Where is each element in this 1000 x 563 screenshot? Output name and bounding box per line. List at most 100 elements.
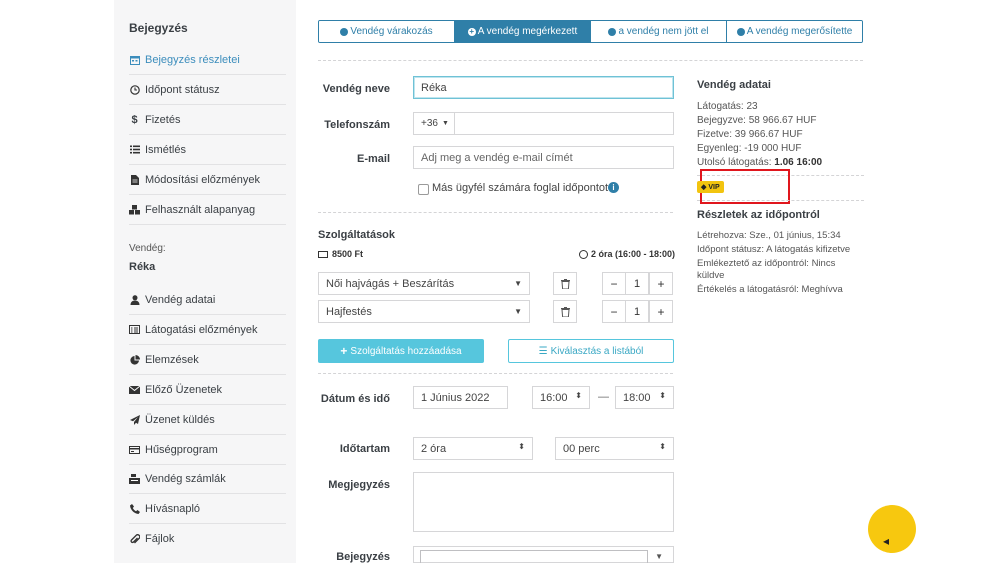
phone-label: Telefonszám: [324, 119, 390, 131]
email-input[interactable]: Adj meg a vendég e-mail címét: [413, 146, 674, 169]
duration-hours-select[interactable]: 2 óra ⬍: [413, 437, 533, 460]
caret-down-icon: ▼: [514, 307, 522, 316]
app-page: Bejegyzés Bejegyzés részletei Időpont st…: [0, 0, 1000, 563]
sidebar-item-used-materials[interactable]: Felhasznált alapanyag: [129, 195, 286, 225]
sidebar-item-label: Üzenet küldés: [145, 413, 215, 426]
tab-label: a vendég nem jött el: [618, 26, 709, 37]
sidebar-item-loyalty[interactable]: Hűségprogram: [129, 435, 286, 465]
plus-circle-icon: +: [467, 26, 476, 36]
main-panel: Vendég várakozás + A vendég megérkezett …: [296, 0, 886, 563]
sidebar-item-entry-details[interactable]: Bejegyzés részletei: [129, 45, 286, 75]
appointment-status: Időpont státusz: A látogatás kifizetve: [697, 244, 851, 255]
qty-value[interactable]: 1: [625, 272, 649, 295]
list-alt-icon: [129, 324, 140, 335]
sidebar-item-label: Vendég számlák: [145, 472, 226, 485]
choose-from-list-label: Kiválasztás a listából: [550, 345, 644, 357]
sidebar-item-guest-invoices[interactable]: Vendég számlák: [129, 464, 286, 494]
arrow-icon: ◂: [883, 534, 890, 548]
guest-name-input[interactable]: Réka: [413, 76, 674, 99]
sidebar: Bejegyzés Bejegyzés részletei Időpont st…: [114, 0, 296, 563]
minus-circle-icon: [608, 27, 617, 36]
sidebar-item-modification-history[interactable]: Módosítási előzmények: [129, 165, 286, 195]
guest-name: Réka: [129, 261, 156, 273]
calendar-icon: [129, 54, 140, 65]
phone-icon: [129, 503, 140, 514]
file-icon: [129, 174, 140, 185]
service-select[interactable]: Hajfestés ▼: [318, 300, 530, 323]
last-visit-label: Utolsó látogatás:: [697, 157, 772, 168]
divider: [697, 200, 864, 201]
note-textarea[interactable]: [413, 472, 674, 532]
qty-value[interactable]: 1: [625, 300, 649, 323]
phone-prefix-select[interactable]: +36 ▼: [413, 112, 455, 135]
service-name: Női hajvágás + Beszárítás: [326, 277, 455, 290]
divider: [318, 212, 673, 213]
guest-name-label: Vendég neve: [322, 83, 390, 95]
info-icon[interactable]: i: [608, 182, 619, 193]
last-visit-value: 1.06 16:00: [774, 157, 823, 168]
list-icon: [129, 144, 140, 155]
clock-icon: [129, 84, 140, 95]
tab-guest-arrived[interactable]: + A vendég megérkezett: [455, 21, 591, 42]
chat-fab-button[interactable]: [868, 505, 916, 553]
start-time-select[interactable]: 16:00 ⬍: [532, 386, 590, 409]
tab-label: A vendég megérkezett: [477, 26, 578, 37]
sidebar-item-payment[interactable]: $ Fizetés: [129, 105, 286, 135]
email-label: E-mail: [356, 153, 390, 165]
datetime-label: Dátum és idő: [320, 393, 390, 405]
sidebar-item-send-message[interactable]: Üzenet küldés: [129, 405, 286, 435]
entry-select[interactable]: ▼: [413, 546, 674, 563]
services-time: 2 óra (16:00 - 18:00): [579, 249, 675, 259]
tab-guest-waiting[interactable]: Vendég várakozás: [319, 21, 455, 42]
delete-service-button[interactable]: [553, 300, 577, 323]
guest-booked: Bejegyzve: 58 966.67 HUF: [697, 115, 817, 126]
tab-guest-no-show[interactable]: a vendég nem jött el: [591, 21, 727, 42]
add-service-button[interactable]: + Szolgáltatás hozzáadása: [318, 339, 484, 363]
sidebar-item-label: Fájlok: [145, 533, 175, 545]
cash-register-icon: [129, 473, 140, 484]
caret-updown-icon: ⬍: [575, 391, 582, 400]
tab-guest-confirmed[interactable]: A vendég megerősítette: [727, 21, 862, 42]
sidebar-item-label: Hűségprogram: [145, 443, 218, 456]
service-select[interactable]: Női hajvágás + Beszárítás ▼: [318, 272, 530, 295]
sidebar-item-analytics[interactable]: Elemzések: [129, 345, 286, 375]
reminder-status-line2: küldve: [697, 270, 725, 281]
plus-icon: +: [340, 344, 348, 358]
sidebar-item-label: Ismétlés: [145, 143, 186, 156]
decrease-qty-button[interactable]: −: [602, 272, 626, 295]
sidebar-item-guest-data[interactable]: Vendég adatai: [129, 285, 286, 315]
service-name: Hajfestés: [326, 305, 372, 318]
increase-qty-button[interactable]: +: [649, 300, 673, 323]
choose-from-list-button[interactable]: ☰ Kiválasztás a listából: [508, 339, 674, 363]
sidebar-item-visit-history[interactable]: Látogatási előzmények: [129, 315, 286, 345]
sidebar-item-label: Módosítási előzmények: [145, 173, 260, 186]
caret-updown-icon: ⬍: [518, 442, 525, 451]
tab-label: A vendég megerősítette: [746, 26, 853, 37]
increase-qty-button[interactable]: +: [649, 272, 673, 295]
divider: [318, 373, 673, 374]
clock-icon: [579, 249, 588, 259]
caret-down-icon: ▼: [514, 279, 522, 288]
phone-input[interactable]: [454, 112, 674, 135]
sidebar-item-previous-messages[interactable]: Előző Üzenetek: [129, 375, 286, 405]
caret-updown-icon: ⬍: [659, 391, 666, 400]
duration-minutes-select[interactable]: 00 perc ⬍: [555, 437, 674, 460]
other-client-checkbox[interactable]: [418, 184, 429, 195]
decrease-qty-button[interactable]: −: [602, 300, 626, 323]
sidebar-item-appointment-status[interactable]: Időpont státusz: [129, 75, 286, 105]
entry-select-inner: [420, 550, 648, 563]
phone-prefix: +36: [421, 118, 438, 129]
delete-service-button[interactable]: [553, 272, 577, 295]
sidebar-item-label: Fizetés: [145, 113, 181, 126]
add-service-label: Szolgáltatás hozzáadása: [350, 345, 462, 357]
caret-down-icon: ▼: [441, 120, 449, 127]
sidebar-item-call-log[interactable]: Hívásnapló: [129, 494, 286, 524]
sidebar-item-repeat[interactable]: Ismétlés: [129, 135, 286, 165]
end-time-select[interactable]: 18:00 ⬍: [615, 386, 674, 409]
date-input[interactable]: 1 Június 2022: [413, 386, 508, 409]
rating-status: Értékelés a látogatásról: Meghívva: [697, 284, 843, 295]
sidebar-item-label: Hívásnapló: [145, 502, 201, 515]
appointment-details-title: Részletek az időpontról: [697, 209, 820, 221]
envelope-icon: [129, 384, 140, 395]
sidebar-item-files[interactable]: Fájlok: [129, 524, 286, 554]
